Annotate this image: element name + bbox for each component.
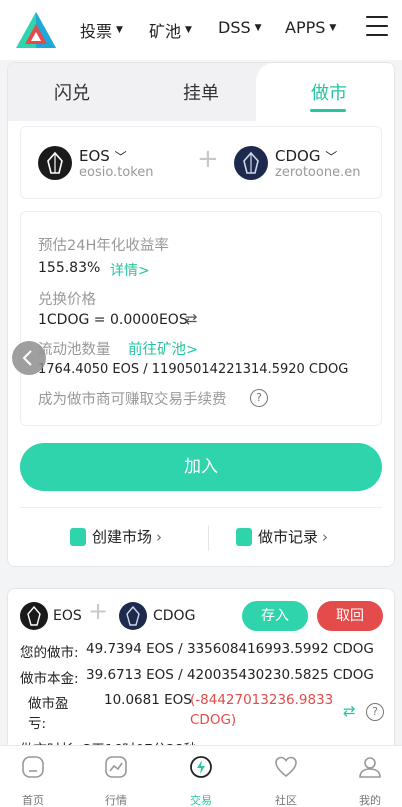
apy-label: 预估24H年化收益率 (38, 238, 169, 254)
chevron-right-icon: › (156, 527, 163, 546)
link-divider (208, 525, 209, 551)
nav-pool-label: 矿池 (149, 22, 182, 41)
nav-community[interactable]: 社区 (256, 754, 316, 807)
nav-vote[interactable]: 投票 ▼ (80, 18, 123, 42)
tab-bar: 闪兑 挂单 做市 (8, 63, 394, 121)
refresh-icon[interactable]: ⇄ (343, 702, 356, 720)
price-value: 1CDOG = 0.0000EOS (38, 312, 188, 328)
heart-icon (275, 756, 297, 778)
create-market-link[interactable]: 创建市场 › (70, 526, 162, 547)
chevron-left-icon[interactable] (12, 341, 46, 375)
pool-info-box: 预估24H年化收益率 155.83% 详情> 兑换价格 1CDOG = 0.00… (20, 211, 382, 426)
nav-community-label: 社区 (275, 794, 297, 807)
chart-icon (105, 756, 127, 778)
caret-down-icon: ▼ (185, 25, 192, 35)
chevron-down-icon: ﹀ (325, 150, 338, 164)
position-token-b: CDOG (153, 608, 196, 624)
swap-direction-icon[interactable]: ⇄ (185, 310, 198, 328)
tab-market-making[interactable]: 做市 (311, 79, 347, 105)
deposit-button[interactable]: 存入 (242, 601, 308, 631)
plus-icon: + (88, 597, 109, 625)
price-label: 兑换价格 (38, 292, 96, 308)
user-icon (359, 757, 381, 778)
hamburger-menu-icon[interactable] (366, 16, 388, 38)
tab-underline (310, 109, 346, 112)
caret-down-icon: ▼ (116, 25, 123, 35)
position-card: EOS + CDOG 存入 取回 您的做市: 49.7394 EOS / 335… (7, 588, 395, 758)
pnl-cdog-value: (-84427013236.9833 (190, 692, 334, 708)
nav-trade-label: 交易 (190, 794, 212, 807)
token-pair-selector: EOS ﹀ eosio.token + CDOG ﹀ zerotoone.en (20, 126, 382, 199)
nav-home[interactable]: 首页 (3, 754, 63, 807)
plus-icon: + (197, 144, 219, 174)
caret-down-icon: ▼ (254, 22, 262, 33)
token-a-symbol[interactable]: EOS ﹀ (79, 147, 127, 165)
help-icon[interactable]: ? (250, 389, 268, 407)
token-b-symbol-text: CDOG (275, 147, 321, 165)
withdraw-button[interactable]: 取回 (317, 601, 383, 631)
records-icon (236, 527, 252, 546)
chevron-down-icon: ﹀ (114, 150, 127, 164)
caret-down-icon: ▼ (329, 22, 337, 33)
nav-apps-label: APPS (285, 18, 326, 37)
nav-market[interactable]: 行情 (86, 754, 146, 807)
liquidity-value: 1764.4050 EOS / 11905014221314.5920 CDOG (38, 362, 349, 377)
principal-label: 做市本金: (20, 671, 79, 687)
token-a-contract: eosio.token (79, 165, 154, 180)
nav-vote-label: 投票 (80, 22, 113, 41)
app-logo[interactable] (14, 10, 58, 50)
nav-trade[interactable]: 交易 (171, 754, 231, 807)
cdog-token-icon (234, 146, 268, 180)
trade-icon (190, 756, 212, 778)
cdog-token-icon (119, 602, 147, 630)
nav-market-label: 行情 (105, 794, 127, 807)
tab-order[interactable]: 挂单 (183, 79, 219, 105)
pnl-label: 做市盈 (28, 696, 69, 712)
token-b-symbol[interactable]: CDOG ﹀ (275, 147, 337, 165)
principal-value: 39.6713 EOS / 420035430230.5825 CDOG (86, 667, 374, 683)
pnl-label-cont: 亏: (28, 716, 47, 732)
nav-profile-label: 我的 (359, 794, 381, 807)
tab-swap[interactable]: 闪兑 (54, 79, 90, 105)
your-position-label: 您的做市: (20, 645, 79, 661)
divider (20, 507, 382, 508)
help-icon[interactable]: ? (366, 703, 384, 721)
nav-profile[interactable]: 我的 (340, 754, 400, 807)
token-a-symbol-text: EOS (79, 147, 110, 165)
nav-dss[interactable]: DSS ▼ (218, 18, 262, 37)
records-link[interactable]: 做市记录 › (236, 526, 328, 547)
apy-detail-link[interactable]: 详情> (110, 260, 150, 280)
apy-value: 155.83% (38, 260, 101, 276)
fee-note: 成为做市商可赚取交易手续费 (38, 392, 227, 408)
create-market-icon (70, 527, 86, 546)
chevron-right-icon: › (322, 527, 329, 546)
pnl-cdog-value-cont: CDOG) (190, 712, 237, 728)
eos-token-icon (20, 602, 48, 630)
token-b-contract: zerotoone.en (275, 165, 361, 180)
nav-apps[interactable]: APPS ▼ (285, 18, 336, 37)
create-market-label: 创建市场 (92, 528, 153, 546)
top-header: 投票 ▼ 矿池 ▼ DSS ▼ APPS ▼ (0, 0, 402, 60)
your-position-value: 49.7394 EOS / 335608416993.5992 CDOG (86, 641, 374, 657)
swap-card: 闪兑 挂单 做市 EOS ﹀ eosio.token + CDOG ﹀ zero… (7, 62, 395, 567)
eos-token-icon (38, 146, 72, 180)
nav-pool[interactable]: 矿池 ▼ (149, 18, 192, 42)
liquidity-label: 流动池数量 (38, 342, 111, 358)
records-label: 做市记录 (258, 528, 319, 546)
nav-home-label: 首页 (22, 794, 44, 807)
home-icon (22, 756, 44, 778)
nav-dss-label: DSS (218, 18, 251, 37)
pnl-eos-value: 10.0681 EOS (104, 692, 192, 708)
bottom-navigation: 首页 行情 交易 社区 我的 (0, 745, 402, 807)
position-token-a: EOS (53, 608, 82, 624)
join-button[interactable]: 加入 (20, 443, 382, 491)
go-to-pool-link[interactable]: 前往矿池> (128, 338, 198, 359)
